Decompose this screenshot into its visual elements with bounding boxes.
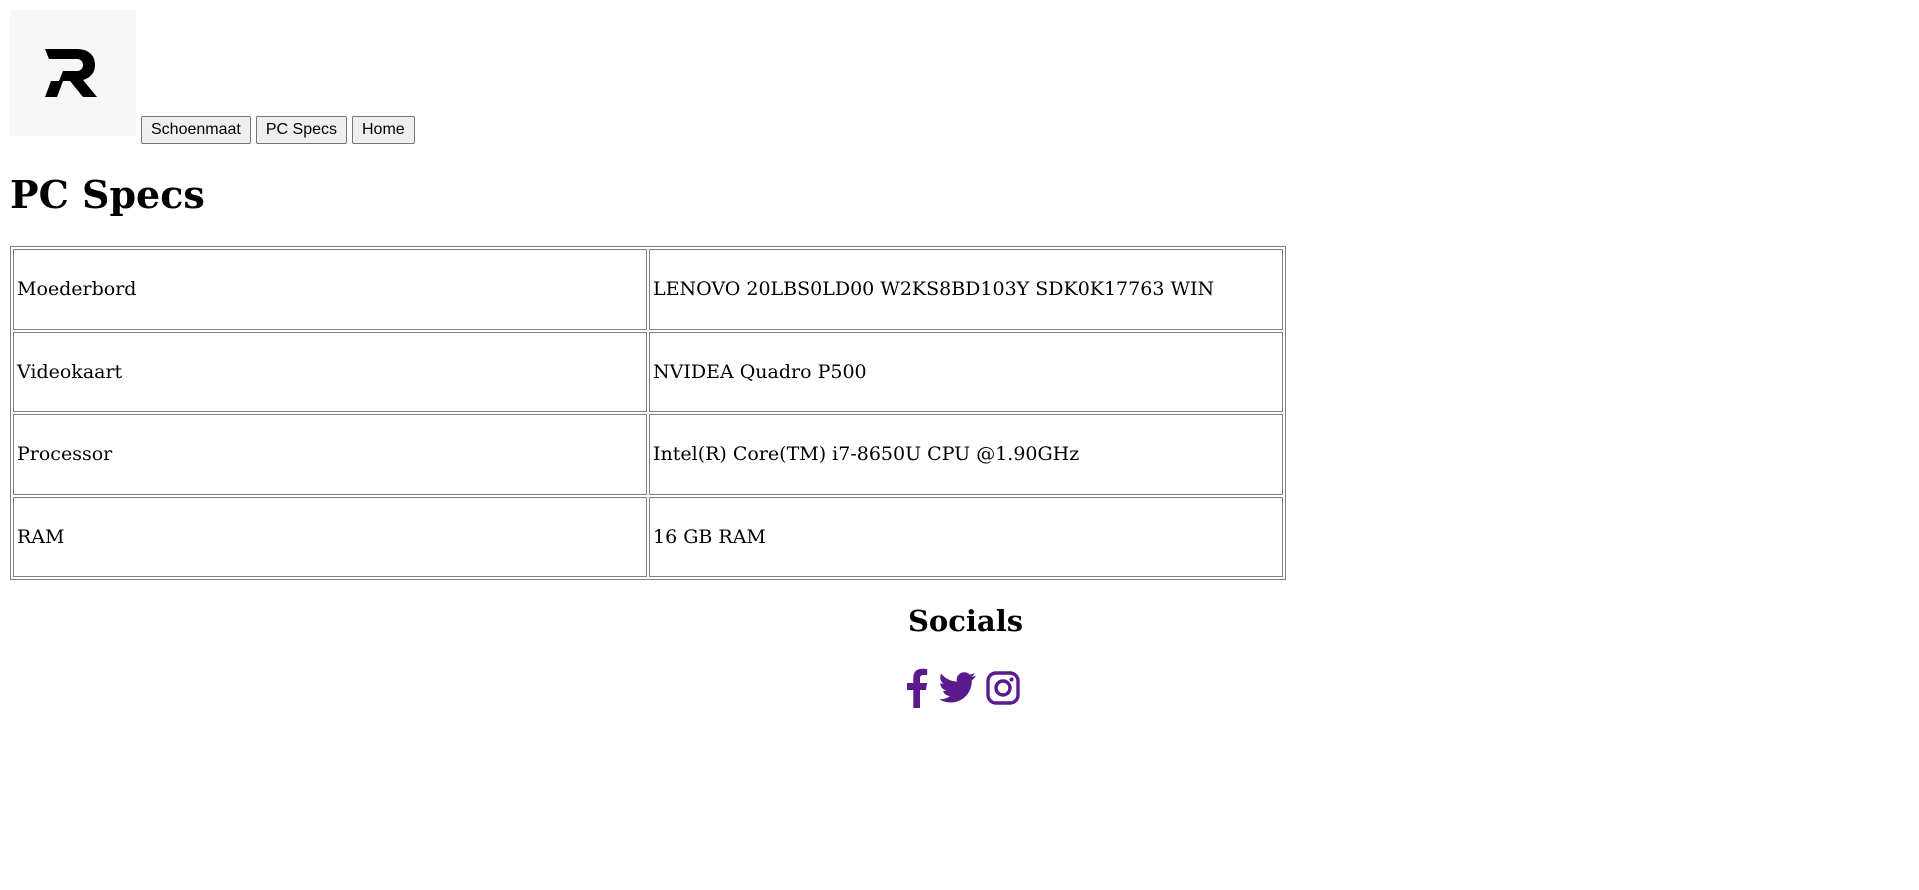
twitter-icon[interactable] [940,672,976,704]
r-letter-logo-icon [45,49,97,97]
table-row: Processor Intel(R) Core(TM) i7-8650U CPU… [13,414,1283,495]
spec-value: NVIDEA Quadro P500 [649,331,1283,412]
spec-value: Intel(R) Core(TM) i7-8650U CPU @1.90GHz [649,414,1283,495]
social-icons [906,668,1020,708]
spec-label: Moederbord [13,249,647,330]
spec-label: Processor [13,414,647,495]
logo[interactable] [10,10,136,136]
specs-table: Moederbord LENOVO 20LBS0LD00 W2KS8BD103Y… [10,246,1286,580]
top-navigation: Schoenmaat PC Specs Home [10,10,420,144]
nav-buttons: Schoenmaat PC Specs Home [141,116,420,144]
spec-label: Videokaart [13,331,647,412]
table-row: Videokaart NVIDEA Quadro P500 [13,331,1283,412]
facebook-icon[interactable] [906,668,928,708]
socials-title: Socials [907,604,1024,638]
page: Schoenmaat PC Specs Home PC Specs Moeder… [0,0,1919,890]
schoenmaat-button[interactable]: Schoenmaat [141,116,251,144]
table-row: RAM 16 GB RAM [13,496,1283,577]
home-button[interactable]: Home [351,116,415,144]
table-row: Moederbord LENOVO 20LBS0LD00 W2KS8BD103Y… [13,249,1283,330]
instagram-icon[interactable] [986,671,1020,705]
spec-value: LENOVO 20LBS0LD00 W2KS8BD103Y SDK0K17763… [649,249,1283,330]
spec-value: 16 GB RAM [649,496,1283,577]
pc-specs-button[interactable]: PC Specs [255,116,347,144]
spec-label: RAM [13,496,647,577]
page-title: PC Specs [10,172,205,217]
